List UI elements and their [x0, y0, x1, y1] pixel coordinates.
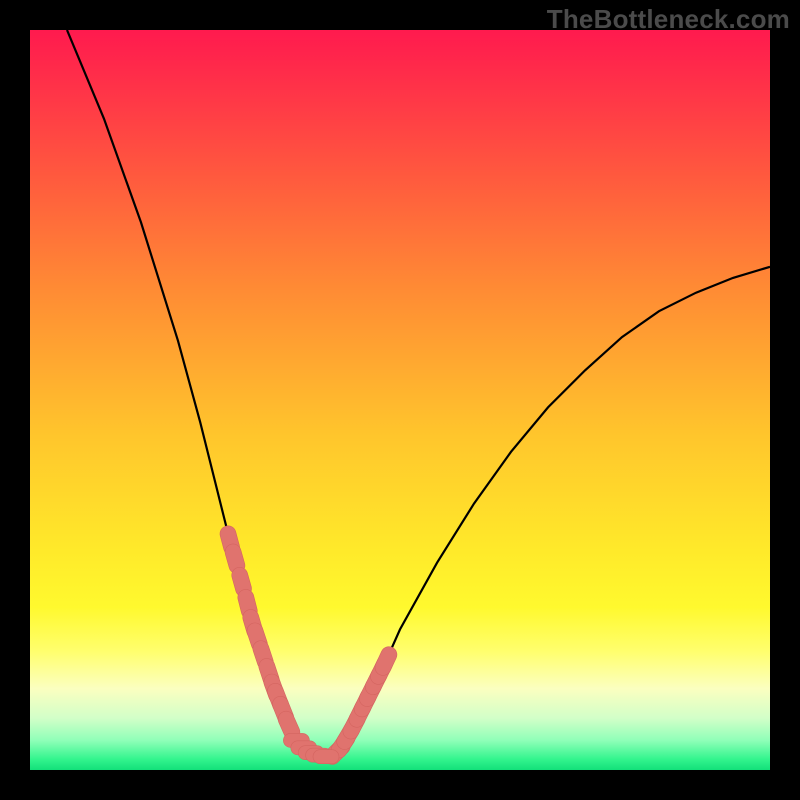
plot-area — [30, 30, 770, 770]
chart-frame: TheBottleneck.com — [0, 0, 800, 800]
curve-markers — [218, 524, 399, 768]
curve-svg — [30, 30, 770, 770]
bottleneck-curve — [67, 30, 770, 757]
curve-marker — [313, 750, 339, 764]
